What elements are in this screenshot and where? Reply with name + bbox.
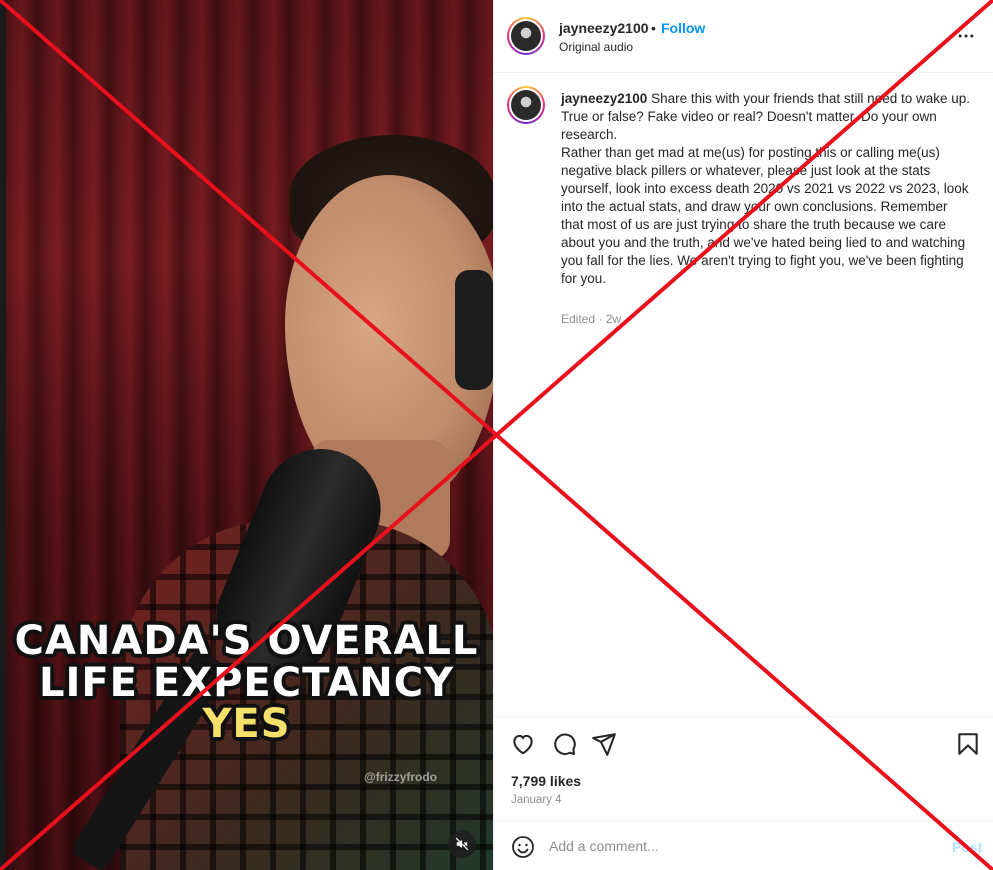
caption-paragraph-2: True or false? Fake video or real? Doesn…: [561, 109, 937, 142]
original-audio-link[interactable]: Original audio: [559, 40, 633, 54]
follow-button[interactable]: Follow: [661, 20, 705, 36]
comment-icon[interactable]: [551, 731, 577, 757]
caption-comment: jayneezy2100 Share this with your friend…: [494, 73, 993, 716]
speaker-muted-icon: [455, 837, 469, 851]
mute-button[interactable]: [448, 830, 476, 858]
caption-body: jayneezy2100 Share this with your friend…: [561, 90, 971, 288]
bookmark-icon[interactable]: [955, 731, 981, 757]
post-header: jayneezy2100 • Follow Original audio: [494, 0, 993, 73]
post-video[interactable]: CANADA'S OVERALL LIFE EXPECTANCY YES @fr…: [0, 0, 493, 870]
post-side-panel: jayneezy2100 • Follow Original audio jay…: [493, 0, 993, 870]
avatar[interactable]: [507, 17, 545, 55]
more-horizontal-icon[interactable]: [956, 26, 976, 46]
video-watermark: @frizzyfrodo: [364, 770, 438, 784]
headphones: [455, 270, 493, 390]
comment-input[interactable]: [549, 835, 929, 857]
caption-meta: Edited · 2w: [561, 312, 622, 326]
caption-username[interactable]: jayneezy2100: [561, 91, 647, 106]
video-caption-line-1: CANADA'S OVERALL: [14, 618, 479, 664]
share-icon[interactable]: [591, 731, 617, 757]
action-bar: 7,799 likes January 4: [494, 716, 993, 820]
emoji-icon[interactable]: [511, 835, 535, 859]
video-caption-line-3: YES: [202, 701, 291, 747]
add-comment-bar: Post: [494, 820, 993, 870]
video-caption-line-2: LIFE EXPECTANCY: [38, 660, 455, 706]
post-date: January 4: [511, 794, 562, 806]
caption-avatar[interactable]: [507, 86, 545, 124]
caption-paragraph-1: Share this with your friends that still …: [651, 91, 971, 106]
heart-icon[interactable]: [510, 731, 536, 757]
separator-dot: •: [651, 20, 656, 36]
caption-paragraph-3: Rather than get mad at me(us) for postin…: [561, 145, 969, 286]
likes-count[interactable]: 7,799 likes: [511, 773, 581, 789]
post-comment-button[interactable]: Post: [952, 839, 982, 855]
header-username[interactable]: jayneezy2100: [559, 20, 649, 36]
